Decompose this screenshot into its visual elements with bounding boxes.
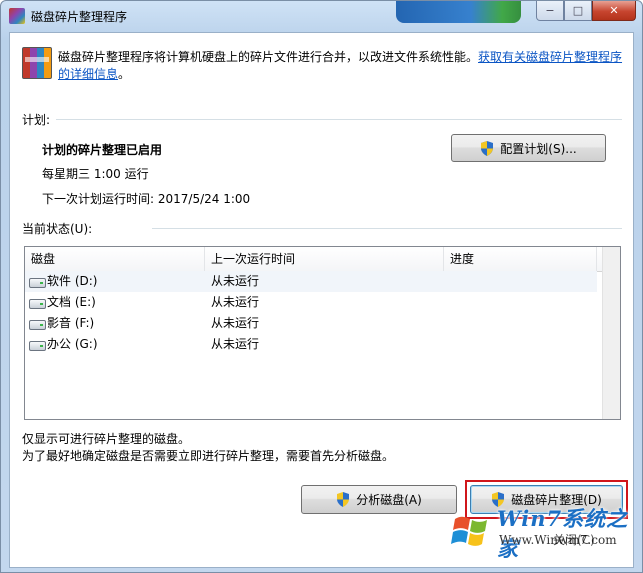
intro-description: 磁盘碎片整理程序将计算机硬盘上的碎片文件进行合并，以改进文件系统性能。 (58, 50, 479, 64)
configure-schedule-button[interactable]: 配置计划(S)... (451, 134, 606, 162)
footnote-disks-shown: 仅显示可进行碎片整理的磁盘。 (22, 432, 191, 446)
disk-row[interactable]: 软件 (D:) 从未运行 (25, 271, 597, 292)
disk-name: 软件 (D:) (47, 274, 98, 288)
schedule-next-run: 下一次计划运行时间: 2017/5/24 1:00 (42, 192, 251, 206)
defrag-large-icon (22, 47, 52, 79)
uac-shield-icon (337, 492, 350, 507)
dialog-body: 磁盘碎片整理程序将计算机硬盘上的碎片文件进行合并，以改进文件系统性能。获取有关磁… (9, 32, 634, 568)
intro-text: 磁盘碎片整理程序将计算机硬盘上的碎片文件进行合并，以改进文件系统性能。获取有关磁… (58, 49, 626, 83)
uac-shield-icon (481, 140, 494, 156)
close-window-button[interactable]: ✕ (592, 1, 636, 21)
background-window-fragment (396, 1, 521, 23)
drive-icon (29, 320, 46, 330)
schedule-divider (56, 119, 622, 120)
column-header-last-run[interactable]: 上一次运行时间 (205, 247, 444, 271)
analyze-disk-label: 分析磁盘(A) (356, 493, 422, 507)
disk-last-run: 从未运行 (211, 316, 260, 330)
window-controls: − □ ✕ (536, 1, 636, 21)
list-scroll-gutter (602, 247, 620, 419)
configure-schedule-label: 配置计划(S)... (500, 141, 577, 156)
maximize-button[interactable]: □ (564, 1, 592, 21)
drive-icon (29, 341, 46, 351)
window-title: 磁盘碎片整理程序 (31, 10, 128, 24)
intro-period: 。 (118, 67, 131, 81)
watermark: Win7系统之家 Www.Winwin7.com 关闭(C) (447, 497, 637, 569)
schedule-frequency: 每星期三 1:00 运行 (42, 167, 149, 181)
status-section-label: 当前状态(U): (22, 222, 93, 236)
status-divider (152, 228, 622, 229)
minimize-button[interactable]: − (536, 1, 564, 21)
close-button-partial[interactable]: 关闭(C) (553, 531, 595, 548)
column-header-disk[interactable]: 磁盘 (25, 247, 205, 271)
disk-name: 办公 (G:) (47, 337, 98, 351)
disk-list[interactable]: 磁盘 上一次运行时间 进度 软件 (D:) 从未运行 文档 (E:) 从未运行 … (24, 246, 621, 420)
disk-row[interactable]: 文档 (E:) 从未运行 (25, 292, 597, 313)
drive-icon (29, 278, 46, 288)
disk-last-run: 从未运行 (211, 295, 260, 309)
disk-row[interactable]: 办公 (G:) 从未运行 (25, 334, 597, 355)
column-header-progress[interactable]: 进度 (444, 247, 597, 271)
schedule-section-label: 计划: (22, 113, 51, 127)
disk-list-header: 磁盘 上一次运行时间 进度 (25, 247, 620, 272)
disk-row[interactable]: 影音 (F:) 从未运行 (25, 313, 597, 334)
analyze-disk-button[interactable]: 分析磁盘(A) (301, 485, 457, 514)
title-bar[interactable]: 磁盘碎片整理程序 − □ ✕ (1, 1, 642, 31)
defrag-window: 磁盘碎片整理程序 − □ ✕ 磁盘碎片整理程序将计算机硬盘上的碎片文件进行合并，… (0, 0, 643, 573)
disk-last-run: 从未运行 (211, 337, 260, 351)
disk-last-run: 从未运行 (211, 274, 260, 288)
schedule-status: 计划的碎片整理已启用 (42, 143, 163, 157)
defrag-app-icon (9, 8, 25, 24)
disk-name: 文档 (E:) (47, 295, 96, 309)
disk-name: 影音 (F:) (47, 316, 95, 330)
windows-logo-icon (451, 516, 487, 546)
footnote-analyze-first: 为了最好地确定磁盘是否需要立即进行碎片整理，需要首先分析磁盘。 (22, 449, 395, 463)
drive-icon (29, 299, 46, 309)
